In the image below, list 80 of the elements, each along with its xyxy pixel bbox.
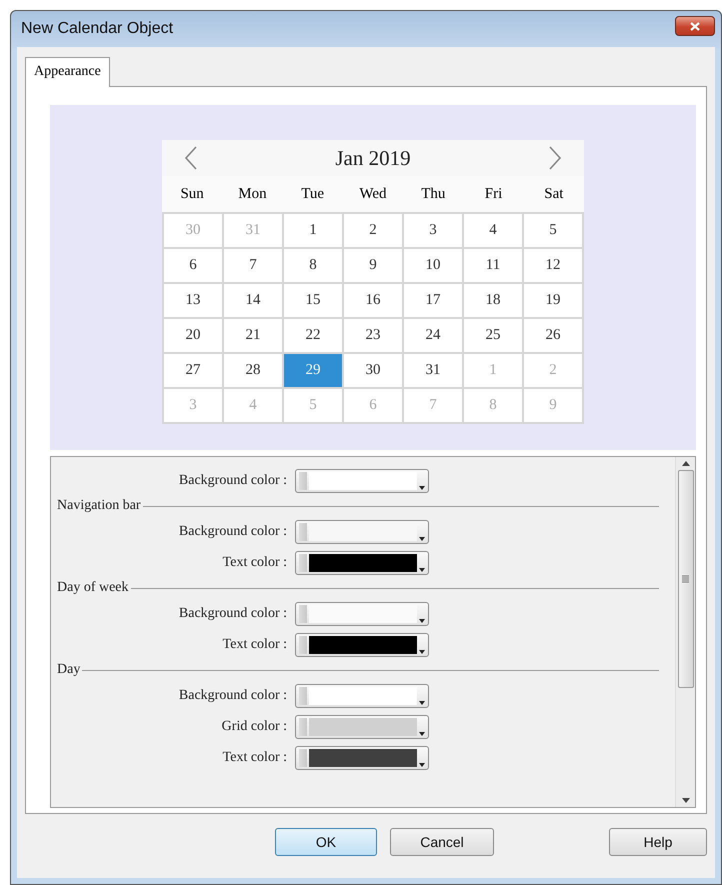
weekday-label: Sun: [180, 186, 204, 202]
dialog-button[interactable]: Cancel: [390, 828, 494, 856]
day-cell[interactable]: 9: [344, 249, 402, 282]
scroll-down-icon[interactable]: [682, 798, 690, 803]
day-cell[interactable]: 22: [284, 319, 342, 352]
close-icon: [690, 22, 700, 30]
caret-icon: [419, 486, 425, 490]
scroll-up-icon[interactable]: [682, 461, 690, 466]
day-cell[interactable]: 1: [284, 214, 342, 247]
day-cell[interactable]: 3: [404, 214, 462, 247]
chevron-right-icon[interactable]: [548, 146, 562, 170]
weekday-label: Mon: [238, 186, 267, 202]
month-title: Jan 2019: [335, 146, 411, 170]
close-button[interactable]: [675, 16, 715, 36]
section-label: Day of week: [57, 580, 129, 596]
field-label: Background color :: [178, 688, 288, 704]
weekday-label: Thu: [421, 186, 446, 202]
day-cell[interactable]: 20: [164, 319, 222, 352]
caret-icon: [419, 762, 425, 766]
section-label: Navigation bar: [57, 498, 141, 514]
grip-icon: [682, 575, 689, 583]
field-label: Text color :: [222, 750, 288, 766]
day-cell[interactable]: 30: [344, 354, 402, 387]
day-cell[interactable]: 11: [464, 249, 522, 282]
window-title: New Calendar Object: [20, 20, 174, 38]
day-cell[interactable]: 24: [404, 319, 462, 352]
section-label: Day: [57, 662, 80, 678]
day-cell[interactable]: 6: [164, 249, 222, 282]
day-cell[interactable]: 2: [344, 214, 402, 247]
dialog-button[interactable]: Help: [609, 828, 707, 856]
caret-icon: [419, 700, 425, 704]
day-cell[interactable]: 8: [284, 249, 342, 282]
dialog-button[interactable]: OK: [275, 828, 377, 856]
day-cell[interactable]: 31: [404, 354, 462, 387]
day-cell[interactable]: 17: [404, 284, 462, 317]
color-picker[interactable]: [295, 746, 429, 770]
day-cell[interactable]: 28: [224, 354, 282, 387]
field-label: Background color :: [178, 472, 288, 488]
caret-icon: [419, 732, 425, 736]
color-picker[interactable]: [295, 550, 429, 574]
caret-icon: [419, 618, 425, 622]
field-label: Text color :: [222, 554, 288, 570]
day-cell[interactable]: 5: [524, 214, 582, 247]
day-cell[interactable]: 14: [224, 284, 282, 317]
color-picker[interactable]: [295, 714, 429, 738]
day-cell[interactable]: 29: [284, 354, 342, 387]
color-picker[interactable]: [295, 684, 429, 708]
day-cell[interactable]: 16: [344, 284, 402, 317]
day-cell[interactable]: 25: [464, 319, 522, 352]
color-picker[interactable]: [295, 520, 429, 544]
day-cell[interactable]: 4: [464, 214, 522, 247]
day-cell[interactable]: 19: [524, 284, 582, 317]
day-cell[interactable]: 18: [464, 284, 522, 317]
day-cell[interactable]: 23: [344, 319, 402, 352]
field-label: Background color :: [178, 524, 288, 540]
day-cell[interactable]: 7: [224, 249, 282, 282]
tab[interactable]: Appearance: [25, 57, 110, 87]
caret-icon: [419, 650, 425, 654]
day-cell[interactable]: 10: [404, 249, 462, 282]
caret-icon: [419, 568, 425, 572]
weekday-label: Wed: [359, 186, 387, 202]
field-label: Text color :: [222, 636, 288, 652]
caret-icon: [419, 536, 425, 540]
day-cell[interactable]: 15: [284, 284, 342, 317]
day-cell[interactable]: 13: [164, 284, 222, 317]
color-picker[interactable]: [295, 602, 429, 626]
weekday-label: Tue: [301, 186, 324, 202]
weekday-label: Sat: [544, 186, 564, 202]
day-cell[interactable]: 27: [164, 354, 222, 387]
color-picker[interactable]: [295, 468, 429, 492]
scroll-thumb[interactable]: [678, 470, 694, 688]
weekday-label: Fri: [484, 186, 502, 202]
scrollbar[interactable]: [675, 457, 695, 807]
day-cell[interactable]: 12: [524, 249, 582, 282]
field-label: Grid color :: [220, 718, 288, 734]
day-cell[interactable]: 26: [524, 319, 582, 352]
field-label: Background color :: [178, 606, 288, 622]
color-picker[interactable]: [295, 632, 429, 656]
chevron-left-icon[interactable]: [184, 146, 198, 170]
day-cell[interactable]: 21: [224, 319, 282, 352]
